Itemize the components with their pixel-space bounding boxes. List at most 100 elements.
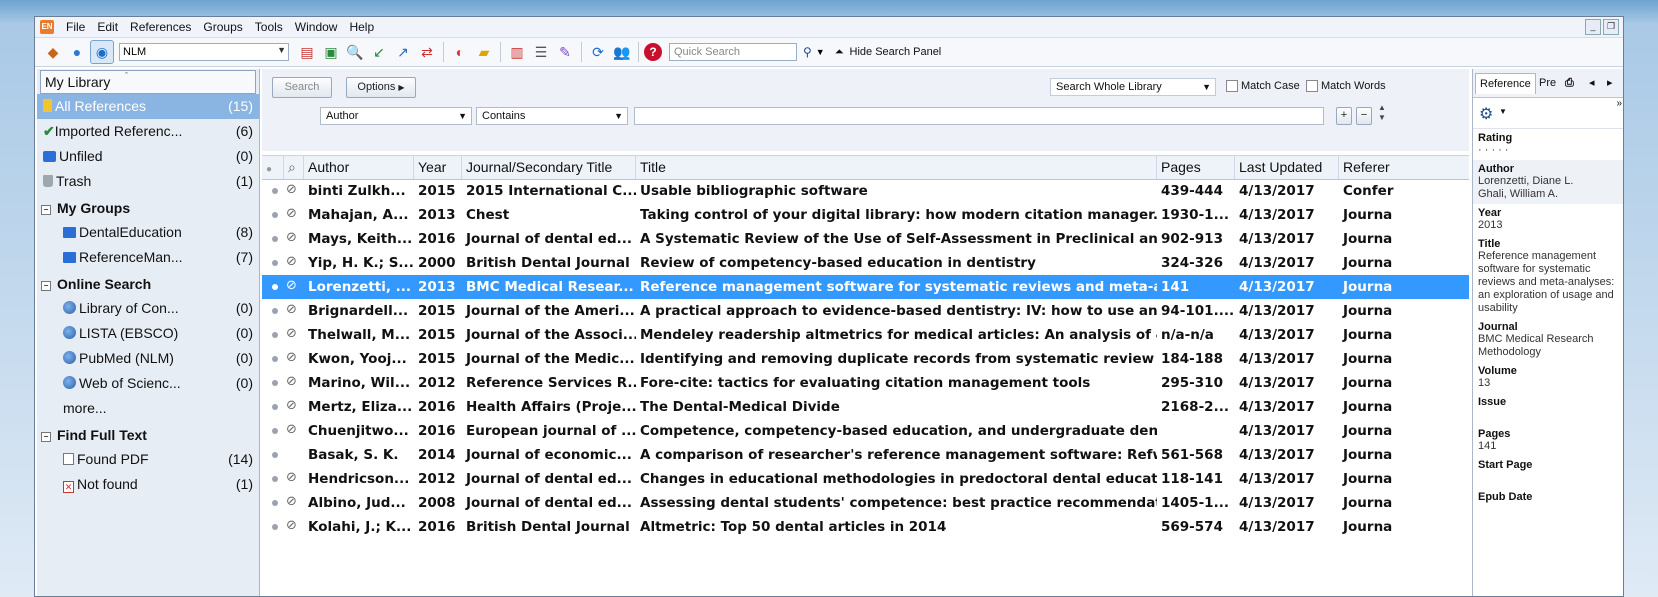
gear-icon[interactable]: ⚙ — [1479, 104, 1493, 124]
paperclip-icon[interactable]: ⊘ — [286, 398, 297, 413]
field-rating[interactable]: Rating · · · · · — [1473, 129, 1623, 160]
output-style-select[interactable]: NLM ▼ — [119, 43, 289, 61]
menu-edit[interactable]: Edit — [91, 20, 124, 34]
read-status-dot-icon[interactable] — [272, 236, 278, 242]
field-title[interactable]: Title Reference management software for s… — [1473, 235, 1623, 318]
fulltext-found-pdf[interactable]: Found PDF (14) — [37, 447, 259, 472]
restore-icon[interactable]: ❐ — [1603, 19, 1619, 35]
read-status-dot-icon[interactable] — [272, 260, 278, 266]
table-row[interactable]: ⊘ Mahajan, A... 2013 Chest Taking control of… — [262, 203, 1469, 227]
checkbox-box[interactable] — [1226, 80, 1238, 92]
paperclip-icon[interactable]: ⊘ — [286, 254, 297, 269]
column-last-updated[interactable]: Last Updated — [1235, 156, 1339, 179]
paperclip-icon[interactable]: ⊘ — [286, 182, 297, 197]
export-icon[interactable]: ↗ — [392, 41, 414, 63]
column-pages[interactable]: Pages — [1157, 156, 1235, 179]
menu-help[interactable]: Help — [343, 20, 380, 34]
paperclip-icon[interactable]: ⊘ — [286, 470, 297, 485]
group-trash[interactable]: Trash (1) — [37, 169, 259, 194]
field-value[interactable] — [1478, 408, 1621, 422]
add-field-icon[interactable]: + — [1336, 107, 1352, 125]
menu-file[interactable]: File — [60, 20, 91, 34]
search-operator-select[interactable]: Contains ▼ — [476, 107, 628, 125]
table-row[interactable]: ⊘ Chuenjitwo... 2016 European journal of ..… — [262, 419, 1469, 443]
field-author[interactable]: Author Lorenzetti, Diane L. Ghali, Willia… — [1473, 160, 1623, 204]
column-reference-type[interactable]: Referer — [1339, 156, 1469, 179]
column-title[interactable]: Title — [636, 156, 1157, 179]
column-year[interactable]: Year — [414, 156, 462, 179]
field-epub-date[interactable]: Epub Date — [1473, 488, 1623, 520]
table-row[interactable]: Basak, S. K. 2014 Journal of economic... A … — [262, 443, 1469, 467]
read-status-dot-icon[interactable] — [272, 356, 278, 362]
format-bibliography-icon[interactable]: ☰ — [530, 41, 552, 63]
tab-preview[interactable]: Pre — [1535, 73, 1560, 93]
field-volume[interactable]: Volume 13 — [1473, 362, 1623, 393]
group-imported-references[interactable]: ✔Imported Referenc... (6) — [37, 119, 259, 144]
paperclip-icon[interactable]: ⊘ — [286, 278, 297, 293]
field-issue[interactable]: Issue — [1473, 393, 1623, 425]
online-lista-ebsco[interactable]: LISTA (EBSCO) (0) — [37, 321, 259, 346]
table-row[interactable]: ⊘ Lorenzetti, ... 2013 BMC Medical Resear..… — [262, 275, 1469, 299]
open-link-icon[interactable]: ◐ — [449, 41, 471, 63]
minimize-icon[interactable]: _ — [1585, 19, 1601, 35]
menu-window[interactable]: Window — [289, 20, 344, 34]
read-status-dot-icon[interactable] — [272, 380, 278, 386]
online-more-link[interactable]: more... — [37, 396, 259, 421]
options-button[interactable]: Options ▶ — [346, 77, 416, 98]
insert-citation-icon[interactable]: ▤ — [296, 41, 318, 63]
read-status-dot-icon[interactable] — [272, 404, 278, 410]
read-status-dot-icon[interactable] — [272, 452, 278, 458]
field-value[interactable]: · · · · · — [1478, 144, 1621, 157]
field-journal[interactable]: Journal BMC Medical Research Methodology — [1473, 318, 1623, 362]
field-year[interactable]: Year 2013 — [1473, 204, 1623, 235]
online-search-mode-icon[interactable]: ● — [66, 41, 88, 63]
endnote-app-icon[interactable]: EN — [40, 20, 54, 34]
field-pages[interactable]: Pages 141 — [1473, 425, 1623, 456]
search-scope-select[interactable]: Search Whole Library ▼ — [1050, 78, 1216, 96]
read-status-column[interactable]: ● — [262, 156, 284, 179]
hide-search-panel-button[interactable]: Hide Search Panel — [850, 46, 942, 58]
table-row[interactable]: ⊘ Yip, H. K.; S... 2000 British Dental Jour… — [262, 251, 1469, 275]
scroll-arrows-icon[interactable]: ▲ ▼ — [1378, 103, 1386, 123]
column-journal[interactable]: Journal/Secondary Title — [462, 156, 636, 179]
manuscript-matcher-icon[interactable]: ✎ — [554, 41, 576, 63]
sync-icon[interactable]: ⟳ — [587, 41, 609, 63]
find-full-text-icon[interactable]: ⇄ — [416, 41, 438, 63]
tab-reference[interactable]: Reference — [1475, 73, 1536, 94]
read-status-dot-icon[interactable] — [272, 308, 278, 314]
share-library-icon[interactable]: 👥 — [611, 41, 633, 63]
search-icon[interactable]: ⚲ — [803, 45, 812, 59]
field-value[interactable]: Reference management software for system… — [1478, 250, 1621, 315]
table-row[interactable]: ⊘ Marino, Wil... 2012 Reference Services R.… — [262, 371, 1469, 395]
online-search-header[interactable]: − Online Search — [37, 270, 259, 296]
read-status-dot-icon[interactable] — [272, 212, 278, 218]
match-case-checkbox[interactable]: Match Case — [1226, 80, 1300, 92]
menu-references[interactable]: References — [124, 20, 197, 34]
my-groups-header[interactable]: − My Groups — [37, 194, 259, 220]
field-value[interactable]: BMC Medical Research Methodology — [1478, 333, 1621, 359]
read-status-dot-icon[interactable] — [272, 332, 278, 338]
paperclip-icon[interactable]: ⊘ — [286, 302, 297, 317]
attachment-tab-icon[interactable]: ⎙ — [1561, 73, 1578, 93]
search-field-select[interactable]: Author ▼ — [320, 107, 472, 125]
field-start-page[interactable]: Start Page — [1473, 456, 1623, 488]
checkbox-box[interactable] — [1306, 80, 1318, 92]
collapse-icon[interactable]: − — [41, 281, 51, 291]
open-file-icon[interactable]: ▰ — [473, 41, 495, 63]
menu-groups[interactable]: Groups — [197, 20, 248, 34]
paperclip-icon[interactable]: ⊘ — [286, 326, 297, 341]
table-row[interactable]: ⊘ Mertz, Eliza... 2016 Health Affairs (Proj… — [262, 395, 1469, 419]
paperclip-icon[interactable]: ⊘ — [286, 422, 297, 437]
help-icon[interactable]: ? — [644, 43, 662, 61]
online-web-of-science[interactable]: Web of Scienc... (0) — [37, 371, 259, 396]
column-author[interactable]: Author — [304, 156, 414, 179]
group-unfiled[interactable]: Unfiled (0) — [37, 144, 259, 169]
paperclip-icon[interactable]: ⊘ — [286, 206, 297, 221]
paperclip-icon[interactable]: ⊘ — [286, 230, 297, 245]
paperclip-icon[interactable]: ⊘ — [286, 518, 297, 533]
table-row[interactable]: ⊘ binti Zulkh... 2015 2015 International C.… — [262, 179, 1469, 203]
integrated-library-mode-icon[interactable]: ◉ — [90, 40, 114, 64]
field-value[interactable] — [1478, 471, 1621, 485]
local-library-mode-icon[interactable]: ◆ — [42, 41, 64, 63]
collapse-icon[interactable]: − — [41, 205, 51, 215]
